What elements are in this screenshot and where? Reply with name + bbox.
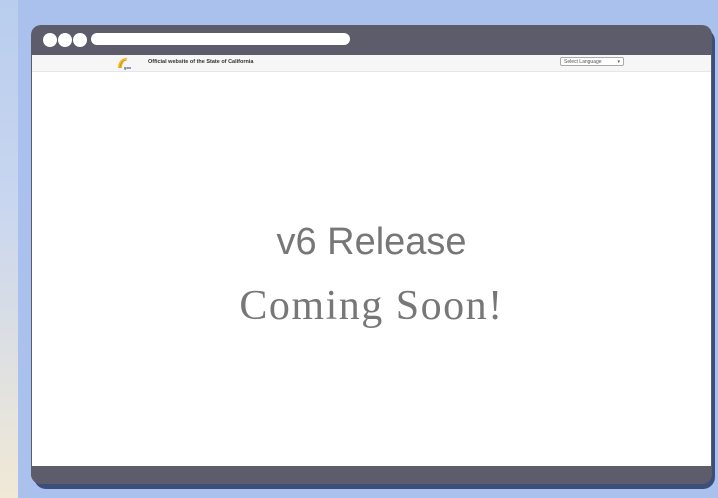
ca-gov-logo-icon[interactable]: gov: [115, 56, 137, 70]
browser-window: gov Official website of the State of Cal…: [31, 25, 712, 484]
svg-text:gov: gov: [124, 65, 132, 70]
browser-bottom-bar: [31, 466, 712, 484]
browser-titlebar: [31, 25, 712, 55]
coming-soon-text: Coming Soon!: [239, 283, 504, 329]
language-select-value: Select Language: [564, 59, 602, 65]
address-bar[interactable]: [91, 33, 350, 45]
chevron-down-icon: ▾: [617, 59, 620, 65]
language-select[interactable]: Select Language ▾: [560, 57, 624, 66]
page-viewport: gov Official website of the State of Cal…: [32, 55, 711, 466]
window-close-dot[interactable]: [43, 33, 57, 47]
state-header-bar: gov Official website of the State of Cal…: [32, 55, 711, 72]
window-minimize-dot[interactable]: [58, 33, 72, 47]
page-background-gradient: [0, 0, 18, 498]
release-headline: v6 Release: [276, 221, 467, 263]
window-maximize-dot[interactable]: [73, 33, 87, 47]
official-website-text[interactable]: Official website of the State of Califor…: [148, 57, 253, 67]
